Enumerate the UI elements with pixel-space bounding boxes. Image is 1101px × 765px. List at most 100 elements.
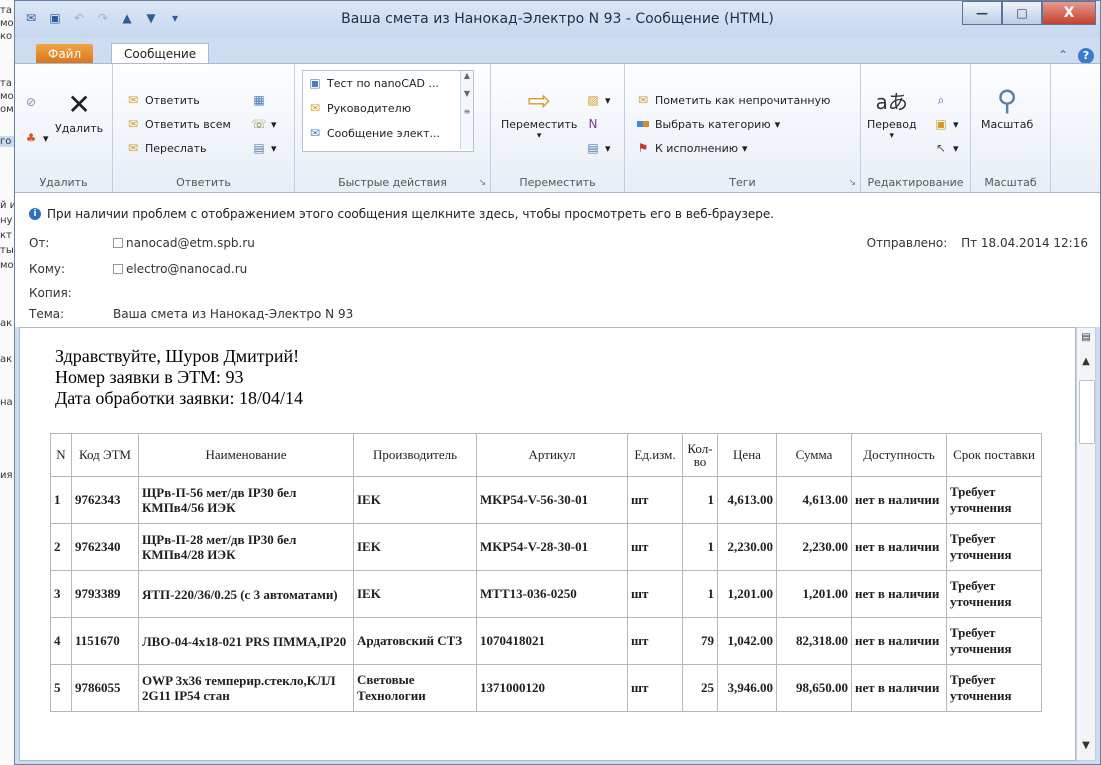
group-label: Быстрые действия <box>338 176 447 189</box>
etm-code-cell: 1151670 <box>71 617 139 665</box>
group-respond: ✉ Ответить ✉ Ответить всем ✉ Переслать ▦… <box>113 64 295 192</box>
price-cell: 4,613.00 <box>717 476 777 524</box>
help-icon[interactable]: ? <box>1078 48 1094 64</box>
unit-cell: шт <box>627 664 683 712</box>
bg-text: ия <box>0 470 13 481</box>
tab-file[interactable]: Файл <box>36 44 94 64</box>
minimize-ribbon-icon[interactable]: ⌃ <box>1058 48 1068 64</box>
close-button[interactable]: X <box>1042 1 1096 25</box>
availability-cell: нет в наличии <box>851 523 947 571</box>
message-scrollbar[interactable]: ▤ ▲ ▼ <box>1076 327 1096 761</box>
onenote-icon[interactable]: N <box>585 116 601 132</box>
quick-steps-scroll[interactable]: ▲ ▼ ≡ <box>460 71 473 149</box>
article-cell: MKP54-V-28-30-01 <box>476 523 628 571</box>
rules-icon[interactable]: ▨ ▾ <box>585 92 610 108</box>
item-name-cell: OWP 3х36 темперир.стекло,КЛЛ 2G11 IP54 с… <box>138 664 354 712</box>
row-number-cell: 2 <box>50 523 72 571</box>
col-header: Кол-во <box>682 433 718 477</box>
delivery-time-cell: Требует уточнения <box>946 570 1042 618</box>
from-value[interactable]: nanocad@etm.spb.ru <box>113 236 255 250</box>
price-cell: 1,042.00 <box>717 617 777 665</box>
find-icon[interactable]: ⌕ <box>933 92 949 108</box>
im-icon[interactable]: ☏ ▾ <box>251 116 276 132</box>
reply-label: Ответить <box>145 93 200 107</box>
estimate-table: N Код ЭТМ Наименование Производитель Арт… <box>50 433 1042 712</box>
unit-cell: шт <box>627 476 683 524</box>
bg-text: ко <box>0 31 13 42</box>
minimize-button[interactable]: — <box>962 1 1002 25</box>
forward-button[interactable]: ✉ Переслать <box>125 140 207 156</box>
scroll-options-icon[interactable]: ▤ <box>1080 332 1092 344</box>
translate-button[interactable]: aあ Перевод ▾ <box>867 82 917 142</box>
to-value[interactable]: electro@nanocad.ru <box>113 262 247 276</box>
contact-checkbox <box>113 264 123 274</box>
categorize-button[interactable]: Выбрать категорию ▾ <box>635 116 780 132</box>
item-name-cell: ЩРв-П-28 мет/дв IP30 бел КМПв4/28 ИЭК <box>138 523 354 571</box>
reply-button[interactable]: ✉ Ответить <box>125 92 200 108</box>
ribbon-tabs: Файл Сообщение <box>15 37 1100 66</box>
reply-icon: ✉ <box>127 93 139 107</box>
message-greeting-block: Здравствуйте, Шуров Дмитрий! Номер заявк… <box>55 346 303 409</box>
bg-text: мо <box>0 91 14 102</box>
info-bar[interactable]: i При наличии проблем с отображением это… <box>29 207 774 221</box>
unit-cell: шт <box>627 523 683 571</box>
amount-cell: 1,201.00 <box>776 570 852 618</box>
dialog-launcher-icon[interactable]: ↘ <box>848 178 856 188</box>
translate-icon: aあ <box>875 89 908 114</box>
to-label: Кому: <box>29 262 66 276</box>
select-icon[interactable]: ↖ ▾ <box>933 140 959 156</box>
delivery-time-cell: Требует уточнения <box>946 617 1042 665</box>
scroll-down-icon[interactable]: ▼ <box>1080 740 1092 752</box>
envelope-icon: ✉ <box>637 93 649 107</box>
group-delete: ⊘ ♣ ▾ ✕ Удалить Удалить <box>15 64 113 192</box>
maximize-button[interactable]: □ <box>1002 1 1042 25</box>
delete-button[interactable]: ✕ Удалить <box>55 86 103 136</box>
related-icon[interactable]: ▣ ▾ <box>933 116 958 132</box>
bg-text: ом <box>0 104 14 115</box>
quick-step-item[interactable]: ✉ Сообщение элект... <box>307 125 440 141</box>
col-header: Код ЭТМ <box>71 433 139 477</box>
meeting-icon[interactable]: ▦ <box>251 92 267 108</box>
more-respond-icon[interactable]: ▤ ▾ <box>251 140 276 156</box>
follow-up-button[interactable]: ⚑ К исполнению ▾ <box>635 140 748 156</box>
quick-step-item[interactable]: ✉ Руководителю <box>307 100 411 116</box>
ribbon: ⊘ ♣ ▾ ✕ Удалить Удалить ✉ Ответить ✉ Отве… <box>15 63 1100 193</box>
zoom-button[interactable]: ⚲ Масштаб <box>981 82 1033 132</box>
etm-code-cell: 9793389 <box>71 570 139 618</box>
junk-icon[interactable]: ♣ ▾ <box>23 130 49 146</box>
group-label: Ответить <box>176 176 231 189</box>
amount-cell: 82,318.00 <box>776 617 852 665</box>
subject-label: Тема: <box>29 307 65 321</box>
to-address: electro@nanocad.ru <box>126 262 248 276</box>
greeting-text: Здравствуйте, Шуров Дмитрий! <box>55 346 300 366</box>
article-cell: MTT13-036-0250 <box>476 570 628 618</box>
info-icon: i <box>29 208 41 220</box>
magnifier-icon: ⚲ <box>996 83 1018 117</box>
dialog-launcher-icon[interactable]: ↘ <box>478 178 486 188</box>
quick-step-icon: ✉ <box>309 126 321 140</box>
ignore-icon[interactable]: ⊘ <box>23 94 39 110</box>
actions-icon[interactable]: ▤ ▾ <box>585 140 610 156</box>
item-name-cell: ЯТП-220/36/0.25 (с 3 автоматами) <box>138 570 354 618</box>
move-label: Переместить <box>501 118 578 131</box>
reply-all-button[interactable]: ✉ Ответить всем <box>125 116 231 132</box>
unit-cell: шт <box>627 617 683 665</box>
bg-text: на <box>0 397 13 408</box>
etm-code-cell: 9786055 <box>71 664 139 712</box>
availability-cell: нет в наличии <box>851 570 947 618</box>
mark-unread-label: Пометить как непрочитанную <box>655 93 831 107</box>
quick-step-item[interactable]: ▣ Тест по nanoCAD ... <box>307 75 439 91</box>
move-button[interactable]: ⇨ Переместить ▾ <box>501 82 578 142</box>
processed-date: Дата обработки заявки: 18/04/14 <box>55 388 303 408</box>
scroll-up-icon[interactable]: ▲ <box>1080 356 1092 368</box>
table-row: 3 9793389 ЯТП-220/36/0.25 (с 3 автоматами)… <box>50 570 1042 618</box>
forward-icon: ✉ <box>127 141 139 155</box>
row-number-cell: 5 <box>50 664 72 712</box>
article-cell: MKP54-V-56-30-01 <box>476 476 628 524</box>
scroll-thumb[interactable] <box>1079 380 1095 444</box>
manufacturer-cell: Ардатовский СТЗ <box>353 617 477 665</box>
availability-cell: нет в наличии <box>851 617 947 665</box>
table-row: 5 9786055 OWP 3х36 темперир.стекло,КЛЛ 2G1… <box>50 664 1042 712</box>
mark-unread-button[interactable]: ✉ Пометить как непрочитанную <box>635 92 830 108</box>
manufacturer-cell: IEK <box>353 570 477 618</box>
